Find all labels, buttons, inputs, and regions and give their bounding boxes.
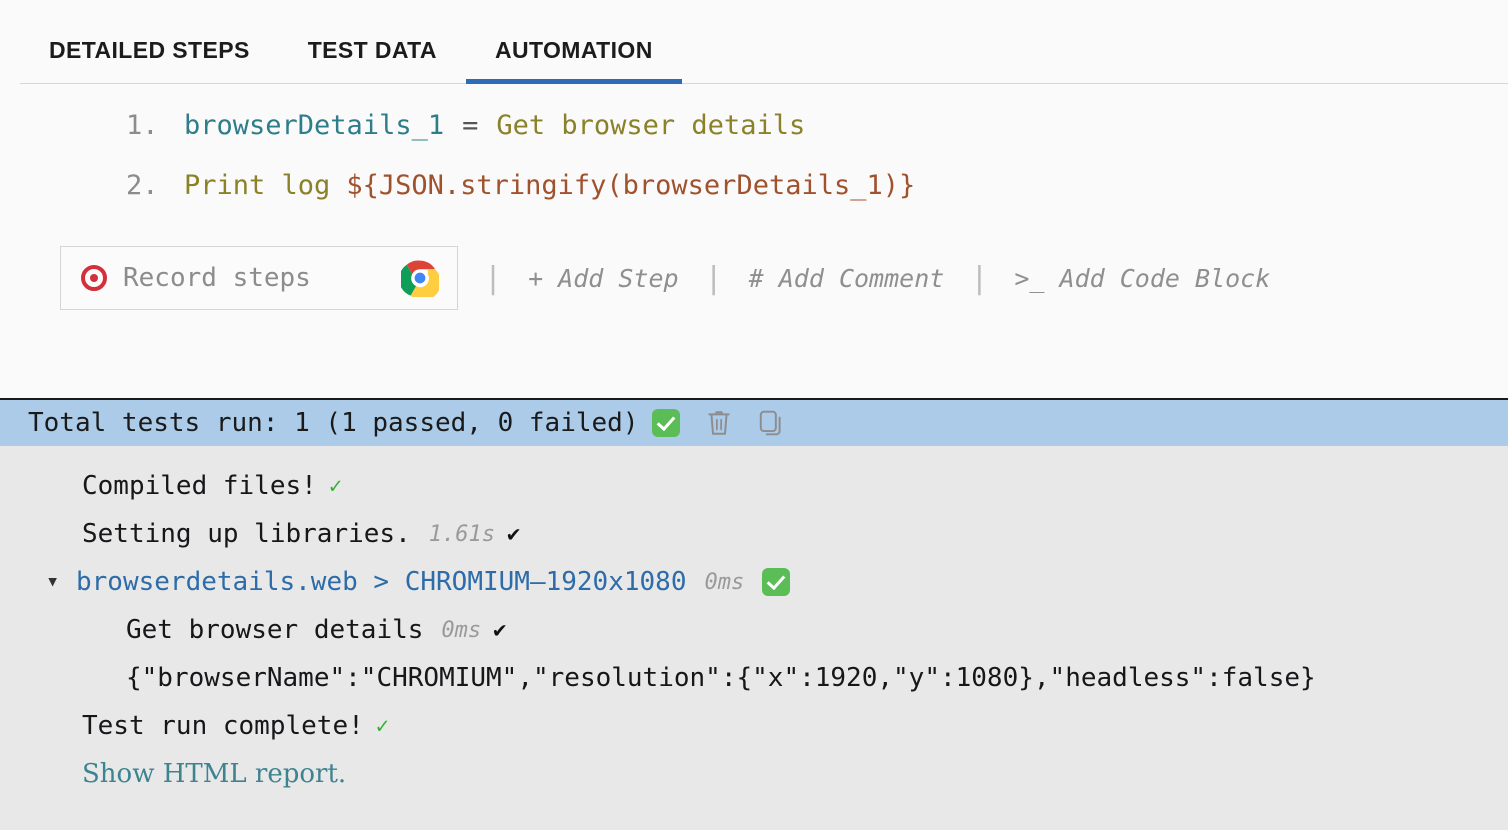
tab-label: DETAILED STEPS	[49, 37, 250, 63]
tab-test-data[interactable]: TEST DATA	[279, 39, 466, 84]
test-result-bar: Total tests run: 1 (1 passed, 0 failed)	[0, 398, 1508, 446]
step-operator: =	[444, 110, 496, 141]
log-text: Get browser details	[126, 615, 423, 645]
log-duration: 1.61s	[429, 522, 495, 547]
check-dark-icon: ✔	[507, 522, 520, 547]
green-check-badge-icon	[652, 409, 680, 437]
trash-icon[interactable]	[706, 409, 732, 437]
green-check-badge-icon	[762, 568, 790, 596]
tab-automation[interactable]: AUTOMATION	[466, 39, 682, 84]
check-green-icon: ✓	[376, 714, 389, 739]
step-keyword[interactable]: Get browser details	[496, 110, 805, 141]
log-text: Setting up libraries.	[82, 519, 411, 549]
step-number: 1.	[126, 110, 184, 141]
log-output-row: {"browserName":"CHROMIUM","resolution":{…	[0, 654, 1508, 702]
chevron-down-icon[interactable]: ▾	[46, 571, 76, 593]
log-text: Compiled files!	[82, 471, 317, 501]
step-row[interactable]: 1. browserDetails_1 = Get browser detail…	[0, 110, 1508, 170]
step-action-bar: Record steps | + Add Step | # Add Commen…	[0, 246, 1508, 310]
log-line: Test run complete! ✓	[0, 702, 1508, 750]
log-step-row[interactable]: Get browser details 0ms ✔	[0, 606, 1508, 654]
log-duration: 0ms	[441, 618, 481, 643]
action-separator: |	[679, 261, 749, 296]
log-text: Test run complete!	[82, 711, 364, 741]
step-expression[interactable]: ${JSON.stringify(browserDetails_1)}	[346, 170, 915, 201]
check-dark-icon: ✔	[493, 618, 506, 643]
step-keyword[interactable]: Print log	[184, 170, 330, 201]
log-text: {"browserName":"CHROMIUM","resolution":{…	[126, 663, 1316, 693]
log-line: Setting up libraries. 1.61s ✔	[0, 510, 1508, 558]
tab-label: TEST DATA	[308, 37, 437, 63]
check-green-icon: ✓	[329, 474, 342, 499]
add-code-block-link[interactable]: >_ Add Code Block	[1014, 264, 1270, 293]
action-separator: |	[458, 261, 528, 296]
log-duration: 0ms	[704, 570, 744, 595]
suite-name-link[interactable]: browserdetails.web > CHROMIUM–1920x1080	[76, 567, 686, 597]
log-line: Compiled files! ✓	[0, 462, 1508, 510]
console-output[interactable]: Compiled files! ✓ Setting up libraries. …	[0, 446, 1508, 830]
record-steps-button[interactable]: Record steps	[60, 246, 458, 310]
test-run-summary: Total tests run: 1 (1 passed, 0 failed)	[28, 408, 638, 438]
record-steps-label: Record steps	[123, 263, 381, 293]
show-html-report-link[interactable]: Show HTML report.	[82, 759, 346, 789]
tab-label: AUTOMATION	[495, 37, 653, 63]
log-suite-row[interactable]: ▾ browserdetails.web > CHROMIUM–1920x108…	[0, 558, 1508, 606]
step-variable[interactable]: browserDetails_1	[184, 110, 444, 141]
action-separator: |	[944, 261, 1014, 296]
log-report-row[interactable]: Show HTML report.	[0, 750, 1508, 798]
tab-bar: DETAILED STEPS TEST DATA AUTOMATION	[0, 0, 1508, 84]
record-target-icon	[81, 265, 107, 291]
add-step-link[interactable]: + Add Step	[528, 264, 679, 293]
copy-icon[interactable]	[758, 409, 784, 437]
add-comment-link[interactable]: # Add Comment	[749, 264, 945, 293]
automation-step-editor: 1. browserDetails_1 = Get browser detail…	[0, 84, 1508, 398]
step-number: 2.	[126, 170, 184, 201]
chrome-logo-icon[interactable]	[401, 259, 439, 297]
step-row[interactable]: 2. Print log ${JSON.stringify(browserDet…	[0, 170, 1508, 230]
tab-detailed-steps[interactable]: DETAILED STEPS	[20, 39, 279, 84]
